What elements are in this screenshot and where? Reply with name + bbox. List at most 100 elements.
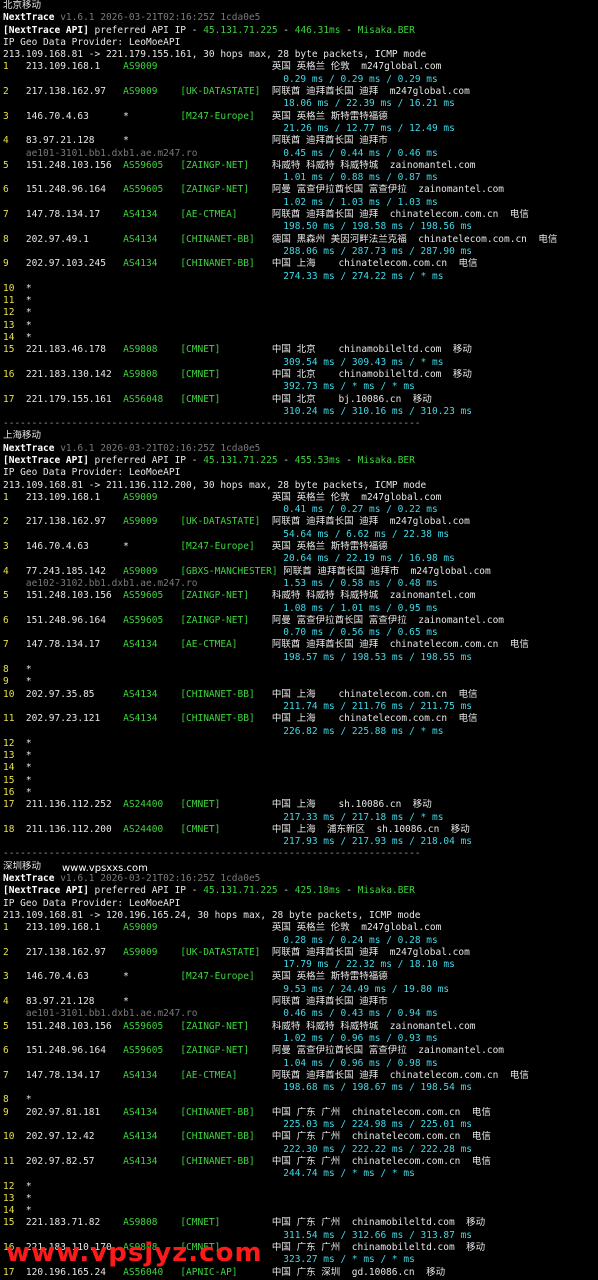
terminal-segment: 202.97.12.42 bbox=[25, 1131, 124, 1143]
terminal-segment: 310.24 ms / 310.16 ms / 310.23 ms bbox=[283, 405, 473, 417]
terminal-segment: IP Geo Data Provider: LeoMoeAPI bbox=[3, 467, 181, 479]
terminal-segment: AS59605 [ZAINGP-NET] bbox=[123, 159, 272, 171]
terminal-line: 3 146.70.4.63 * [M247-Europe] 英国 英格兰 斯特雷… bbox=[3, 971, 597, 983]
terminal-line: 0.70 ms / 0.56 ms / 0.65 ms bbox=[3, 627, 597, 639]
terminal-segment: ae101-3101.bb1.dxb1.ae.m247.ro bbox=[3, 1008, 284, 1020]
terminal-segment: [M247-Europe] bbox=[180, 971, 272, 983]
terminal-segment: 14 bbox=[3, 762, 26, 774]
terminal-segment: AS4134 [AE-CTMEA] bbox=[123, 639, 272, 651]
terminal-line: 6 151.248.96.164 AS59605 [ZAINGP-NET] 阿曼… bbox=[3, 1045, 597, 1057]
terminal-segment: 阿联酋 迪拜酋长国 迪拜 chinatelecom.com.cn 电信 bbox=[271, 1069, 529, 1081]
terminal-segment: * bbox=[25, 737, 32, 749]
terminal-line: 9 202.97.81.181 AS4134 [CHINANET-BB] 中国 … bbox=[3, 1107, 597, 1119]
terminal-segment: 9 bbox=[3, 676, 26, 688]
terminal-segment: 217.93 ms / 217.93 ms / 218.04 ms bbox=[283, 836, 473, 848]
terminal-segment: 10 bbox=[3, 688, 26, 700]
terminal-segment: ----------------------------------------… bbox=[3, 848, 421, 860]
terminal-segment: AS24400 [CMNET] bbox=[123, 823, 272, 835]
terminal-segment: 151.248.103.156 bbox=[25, 159, 124, 171]
terminal-line: 3 146.70.4.63 * [M247-Europe] 英国 英格兰 斯特雷… bbox=[3, 111, 597, 123]
terminal-segment: v1.6.1 2026-03-21T02:16:25Z 1cda0e5 bbox=[60, 12, 261, 24]
terminal-segment: AS4134 [CHINANET-BB] bbox=[123, 688, 272, 700]
terminal-segment: 146.70.4.63 * bbox=[25, 541, 181, 553]
terminal-segment: 中国 广东 深圳 gd.10086.cn 移动 bbox=[271, 1266, 446, 1278]
terminal-segment: 202.97.49.1 bbox=[25, 233, 124, 245]
terminal-segment: 323.27 ms / * ms / * ms bbox=[283, 1254, 415, 1266]
terminal-segment: * bbox=[25, 319, 32, 331]
terminal-line: 8 202.97.49.1 AS4134 [CHINANET-BB] 德国 黑森… bbox=[3, 234, 597, 246]
terminal-segment: - bbox=[277, 885, 295, 897]
terminal-segment bbox=[3, 812, 283, 823]
terminal-segment: 5 bbox=[3, 159, 26, 171]
terminal-segment: 0.29 ms / 0.29 ms / 0.29 ms bbox=[283, 73, 438, 85]
terminal-segment: 13 bbox=[3, 750, 26, 762]
terminal-line: 2 217.138.162.97 AS9009 [UK-DATASTATE] 阿… bbox=[3, 516, 597, 528]
terminal-segment: 20.64 ms / 22.19 ms / 16.98 ms bbox=[283, 553, 455, 565]
terminal-segment: 17 bbox=[3, 799, 26, 811]
terminal-segment: AS4134 [CHINANET-BB] bbox=[123, 1106, 272, 1118]
terminal-segment: AS59605 [ZAINGP-NET] bbox=[123, 614, 272, 626]
terminal-segment: 11 bbox=[3, 713, 26, 725]
terminal-segment: 213.109.168.81 -> 211.136.112.200, 30 ho… bbox=[3, 479, 427, 491]
terminal-segment bbox=[3, 529, 283, 540]
terminal-segment: 16 bbox=[3, 787, 26, 798]
terminal-segment: 1.02 ms / 1.03 ms / 1.03 ms bbox=[283, 196, 438, 208]
terminal-line: ----------------------------------------… bbox=[3, 848, 597, 860]
terminal-line: 244.74 ms / * ms / * ms bbox=[3, 1168, 597, 1180]
terminal-line: 0.28 ms / 0.24 ms / 0.28 ms bbox=[3, 935, 597, 947]
terminal-line: 3 146.70.4.63 * [M247-Europe] 英国 英格兰 斯特雷… bbox=[3, 541, 597, 553]
terminal-segment: 6 bbox=[3, 614, 26, 626]
terminal-line: 198.50 ms / 198.58 ms / 198.56 ms bbox=[3, 221, 597, 233]
terminal-line: 14 * bbox=[3, 332, 597, 344]
terminal-segment: 8 bbox=[3, 233, 26, 245]
terminal-segment: 217.138.162.97 bbox=[25, 86, 124, 98]
terminal-segment: 213.109.168.1 bbox=[25, 491, 124, 503]
terminal-segment bbox=[3, 1144, 283, 1155]
terminal-line: 0.41 ms / 0.27 ms / 0.22 ms bbox=[3, 504, 597, 516]
terminal-segment: 12 bbox=[3, 307, 26, 319]
terminal-segment: 2 bbox=[3, 946, 26, 958]
terminal-line: 1.02 ms / 1.03 ms / 1.03 ms bbox=[3, 197, 597, 209]
terminal-segment: 213.109.168.1 bbox=[25, 61, 124, 73]
terminal-segment: 英国 英格兰 伦敦 m247global.com bbox=[271, 491, 442, 503]
terminal-segment: 中国 上海 chinatelecom.com.cn 电信 bbox=[271, 258, 478, 270]
terminal-line: 274.33 ms / 274.22 ms / * ms bbox=[3, 271, 597, 283]
terminal-segment: 0.41 ms / 0.27 ms / 0.22 ms bbox=[283, 504, 438, 516]
terminal-line: 5 151.248.103.156 AS59605 [ZAINGP-NET] 科… bbox=[3, 590, 597, 602]
terminal-segment: [M247-Europe] bbox=[180, 541, 272, 553]
terminal-segment: 1 bbox=[3, 61, 26, 73]
terminal-segment: 18 bbox=[3, 823, 26, 835]
terminal-line: 15 221.183.71.82 AS9808 [CMNET] 中国 广东 广州… bbox=[3, 1217, 597, 1229]
terminal-segment: AS9808 [CMNET] bbox=[123, 1217, 272, 1229]
terminal-line: 北京移动 bbox=[3, 0, 597, 12]
terminal-line: 10 202.97.35.85 AS4134 [CHINANET-BB] 中国 … bbox=[3, 689, 597, 701]
terminal-segment: - bbox=[340, 24, 358, 36]
terminal-segment: * bbox=[25, 307, 32, 319]
terminal-segment: AS4134 [CHINANET-BB] bbox=[123, 258, 272, 270]
terminal-segment: 213.109.168.81 -> 120.196.165.24, 30 hop… bbox=[3, 909, 421, 921]
terminal-line: 11 * bbox=[3, 295, 597, 307]
terminal-segment: 1.08 ms / 1.01 ms / 0.95 ms bbox=[283, 602, 438, 614]
terminal-segment: 198.68 ms / 198.67 ms / 198.54 ms bbox=[283, 1082, 473, 1094]
terminal-output: 北京移动 NextTrace v1.6.1 2026-03-21T02:16:25… bbox=[3, 0, 597, 1279]
terminal-segment: 8 bbox=[3, 664, 26, 676]
terminal-segment: 217.33 ms / 217.18 ms / * ms bbox=[283, 811, 444, 823]
terminal-line: 213.109.168.81 -> 211.136.112.200, 30 ho… bbox=[3, 480, 597, 492]
terminal-segment: 9 bbox=[3, 258, 26, 270]
terminal-line: 17 221.179.155.161 AS56048 [CMNET] 中国 北京… bbox=[3, 394, 597, 406]
terminal-line: NextTrace v1.6.1 2026-03-21T02:16:25Z 1c… bbox=[3, 12, 597, 24]
terminal-segment: AS9009 bbox=[123, 922, 272, 934]
terminal-segment: 英国 英格兰 斯特雷特福德 bbox=[271, 110, 388, 122]
terminal-line: ----------------------------------------… bbox=[3, 418, 597, 430]
terminal-segment: 147.78.134.17 bbox=[25, 209, 124, 221]
terminal-segment: 213.109.168.1 bbox=[25, 922, 124, 934]
terminal-segment: AS9009 [GBXS-MANCHESTER] bbox=[123, 565, 284, 577]
terminal-line: 17 211.136.112.252 AS24400 [CMNET] 中国 上海… bbox=[3, 799, 597, 811]
terminal-segment: 198.57 ms / 198.53 ms / 198.55 ms bbox=[283, 651, 473, 663]
watermark-logo-text: www.vpsjyz.com bbox=[6, 1238, 263, 1268]
terminal-segment: 2 bbox=[3, 516, 26, 528]
terminal-line: 226.82 ms / 225.88 ms / * ms bbox=[3, 726, 597, 738]
terminal-line: 1.04 ms / 0.96 ms / 0.98 ms bbox=[3, 1058, 597, 1070]
terminal-line: IP Geo Data Provider: LeoMoeAPI bbox=[3, 37, 597, 49]
terminal-segment: * bbox=[25, 774, 32, 786]
